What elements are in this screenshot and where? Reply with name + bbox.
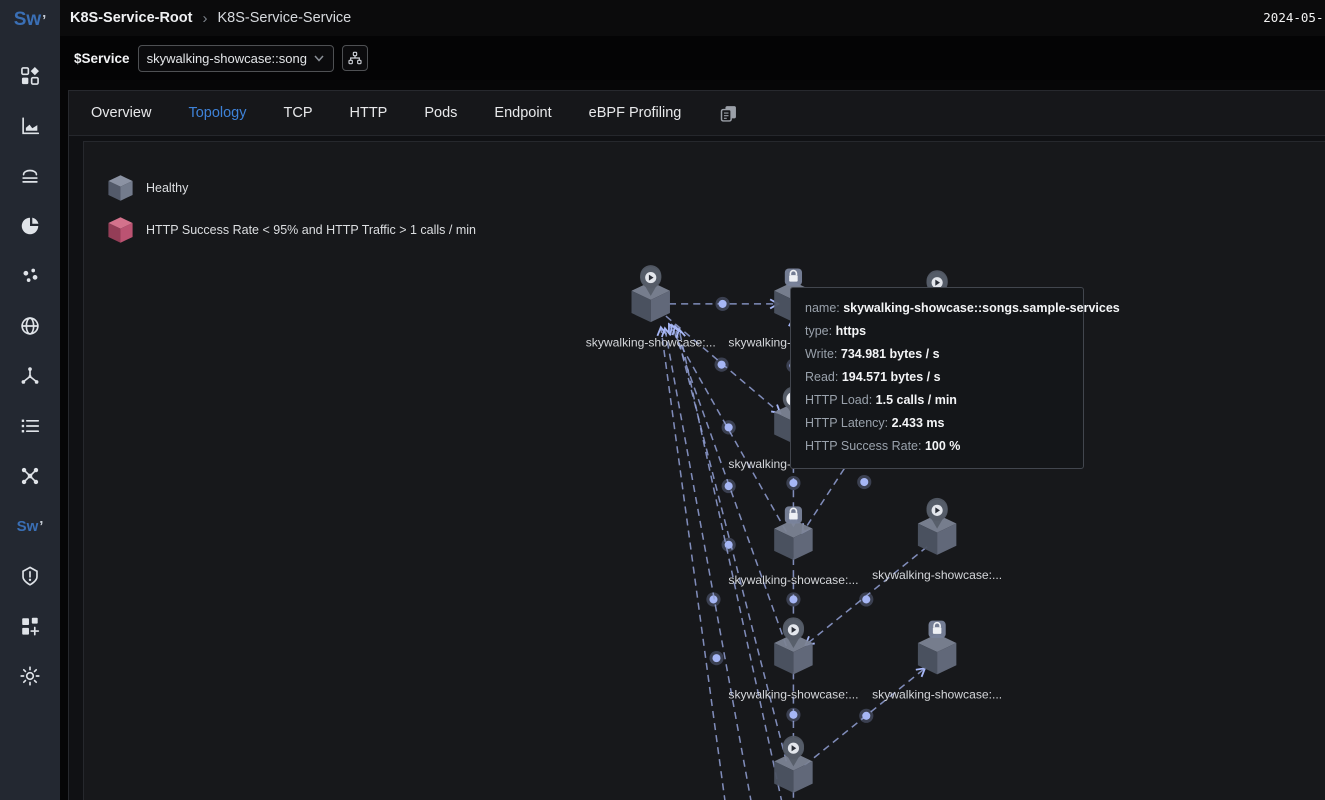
- skywalking-logo[interactable]: Sw’: [0, 0, 60, 40]
- top-header: K8S-Service-Root › K8S-Service-Service 2…: [60, 0, 1325, 36]
- topology-panel: Healthy HTTP Success Rate < 95% and HTTP…: [83, 141, 1325, 800]
- tooltip-row: name: skywalking-showcase::songs.sample-…: [805, 297, 1069, 320]
- sidebar-item-grid-add-icon[interactable]: [18, 614, 42, 638]
- edge-traffic-dot[interactable]: [719, 300, 727, 308]
- sitemap-icon: [347, 50, 363, 66]
- sidebar-item-service-flow-icon[interactable]: [18, 464, 42, 488]
- service-node-n7[interactable]: skywalking-showcase:...: [728, 617, 858, 701]
- tooltip-row: HTTP Latency: 2.433 ms: [805, 412, 1069, 435]
- edge-traffic-dot[interactable]: [725, 423, 733, 431]
- shield-alert-icon: [19, 565, 41, 587]
- sidebar-item-cluster-dots-icon[interactable]: [18, 264, 42, 288]
- apps-dashboard-icon: [19, 65, 41, 87]
- service-flow-icon: [19, 465, 41, 487]
- edge-traffic-dot[interactable]: [725, 482, 733, 490]
- dashboard-card: Overview Topology TCP HTTP Pods Endpoint eBPF …: [68, 90, 1325, 800]
- tooltip-row: HTTP Success Rate: 100 %: [805, 435, 1069, 458]
- cube-icon: [107, 174, 134, 202]
- tab-overview[interactable]: Overview: [91, 105, 151, 121]
- edge-traffic-dot[interactable]: [860, 478, 868, 486]
- topology-layout-button[interactable]: [342, 45, 368, 71]
- service-select[interactable]: skywalking-showcase::songs.s: [138, 45, 334, 72]
- breadcrumb-current: K8S-Service-Service: [217, 10, 351, 26]
- sidebar-item-pie-chart-icon[interactable]: [18, 214, 42, 238]
- service-node-n9[interactable]: skywalking-showcase:...: [728, 736, 858, 800]
- pie-chart-icon: [19, 215, 41, 237]
- node-label: skywalking-showcase:...: [586, 335, 716, 349]
- logo-swoosh: ’: [42, 12, 46, 29]
- topology-edge[interactable]: [679, 329, 792, 800]
- edge-traffic-dot[interactable]: [862, 595, 870, 603]
- tooltip-row: Write: 734.981 bytes / s: [805, 343, 1069, 366]
- axis-3d-icon: [19, 365, 41, 387]
- legend-item-healthy: Healthy: [107, 174, 476, 202]
- topology-edge[interactable]: [665, 328, 760, 800]
- sidebar-item-bar-chart-icon[interactable]: [18, 114, 42, 138]
- breadcrumb-separator-icon: ›: [202, 10, 207, 27]
- service-select-value: skywalking-showcase::songs.s: [147, 51, 307, 66]
- lock-body-icon: [789, 513, 798, 520]
- tooltip-row: type: https: [805, 320, 1069, 343]
- node-label: skywalking-showcase:...: [872, 568, 1002, 582]
- tab-topology[interactable]: Topology: [188, 105, 246, 121]
- sidebar: Sw’ Sw’: [0, 0, 60, 800]
- copy-dashboard-button[interactable]: [718, 102, 740, 124]
- node-label: skywalking-showcase:...: [728, 688, 858, 702]
- legend-item-unhealthy: HTTP Success Rate < 95% and HTTP Traffic…: [107, 216, 476, 244]
- sidebar-item-layers-icon[interactable]: [18, 164, 42, 188]
- node-label: skywalking-showcase:...: [872, 688, 1002, 702]
- service-node-n8[interactable]: skywalking-showcase:...: [872, 621, 1002, 702]
- tab-http[interactable]: HTTP: [349, 105, 387, 121]
- bar-chart-icon: [19, 115, 41, 137]
- tab-tcp[interactable]: TCP: [283, 105, 312, 121]
- legend-label: Healthy: [146, 181, 188, 195]
- sidebar-item-gear-icon[interactable]: [18, 664, 42, 688]
- node-tooltip: name: skywalking-showcase::songs.sample-…: [790, 287, 1084, 469]
- lock-body-icon: [933, 627, 942, 634]
- edge-traffic-dot[interactable]: [712, 654, 720, 662]
- service-node-n5[interactable]: skywalking-showcase:...: [728, 506, 858, 587]
- topology-legend: Healthy HTTP Success Rate < 95% and HTTP…: [107, 174, 476, 244]
- list-icon: [19, 415, 41, 437]
- sidebar-menu: Sw’: [18, 64, 42, 688]
- service-node-n6[interactable]: skywalking-showcase:...: [872, 498, 1002, 582]
- legend-label: HTTP Success Rate < 95% and HTTP Traffic…: [146, 223, 476, 237]
- breadcrumb-root[interactable]: K8S-Service-Root: [70, 10, 192, 26]
- topology-edge[interactable]: [661, 327, 732, 800]
- header-date: 2024-05-1: [1263, 10, 1325, 25]
- tab-pods[interactable]: Pods: [424, 105, 457, 121]
- layers-icon: [19, 165, 41, 187]
- globe-icon: [19, 315, 41, 337]
- sidebar-item-apps-dashboard-icon[interactable]: [18, 64, 42, 88]
- lock-body-icon: [789, 275, 798, 282]
- cluster-dots-icon: [19, 265, 41, 287]
- edge-traffic-dot[interactable]: [789, 479, 797, 487]
- skywalking-app: Sw’ Sw’ K8S-Service-Root › K8S-Service-S…: [0, 0, 1325, 800]
- edge-traffic-dot[interactable]: [718, 361, 726, 369]
- sidebar-item-globe-icon[interactable]: [18, 314, 42, 338]
- tab-endpoint[interactable]: Endpoint: [494, 105, 551, 121]
- edge-traffic-dot[interactable]: [789, 595, 797, 603]
- tooltip-row: Read: 194.571 bytes / s: [805, 366, 1069, 389]
- edge-traffic-dot[interactable]: [789, 711, 797, 719]
- service-filter-bar: $Service skywalking-showcase::songs.s: [60, 36, 1325, 80]
- sidebar-item-axis-3d-icon[interactable]: [18, 364, 42, 388]
- tooltip-row: HTTP Load: 1.5 calls / min: [805, 389, 1069, 412]
- chevron-down-icon: [313, 52, 325, 64]
- sidebar-item-sw-text-logo[interactable]: Sw’: [18, 514, 42, 538]
- tab-ebpf-profiling[interactable]: eBPF Profiling: [589, 105, 682, 121]
- copy-icon: [718, 103, 739, 124]
- sidebar-item-list-icon[interactable]: [18, 414, 42, 438]
- tabs-bar: Overview Topology TCP HTTP Pods Endpoint eBPF …: [69, 91, 1325, 136]
- cube-icon: [107, 216, 134, 244]
- gear-icon: [19, 665, 41, 687]
- grid-add-icon: [19, 615, 41, 637]
- edge-traffic-dot[interactable]: [862, 712, 870, 720]
- node-label: skywalking-showcase:...: [728, 573, 858, 587]
- service-variable-label: $Service: [74, 51, 130, 66]
- service-node-n1[interactable]: skywalking-showcase:...: [586, 265, 716, 349]
- sidebar-item-shield-alert-icon[interactable]: [18, 564, 42, 588]
